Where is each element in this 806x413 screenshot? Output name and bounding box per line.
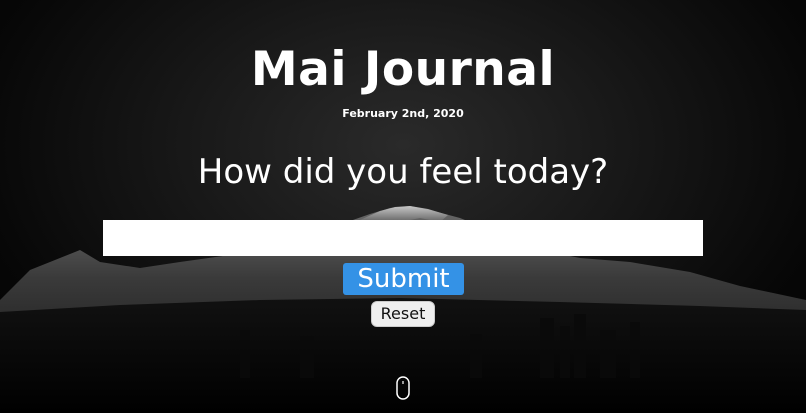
reset-button[interactable]: Reset bbox=[371, 301, 435, 327]
page-title: Mai Journal bbox=[250, 42, 556, 97]
journal-page: Mai Journal February 2nd, 2020 How did y… bbox=[0, 0, 806, 413]
submit-button[interactable]: Submit bbox=[343, 263, 464, 295]
feeling-entry-input[interactable] bbox=[103, 220, 703, 256]
mouse-scroll-icon[interactable] bbox=[396, 376, 410, 400]
feeling-question: How did you feel today? bbox=[197, 152, 609, 192]
journal-date: February 2nd, 2020 bbox=[342, 107, 464, 120]
